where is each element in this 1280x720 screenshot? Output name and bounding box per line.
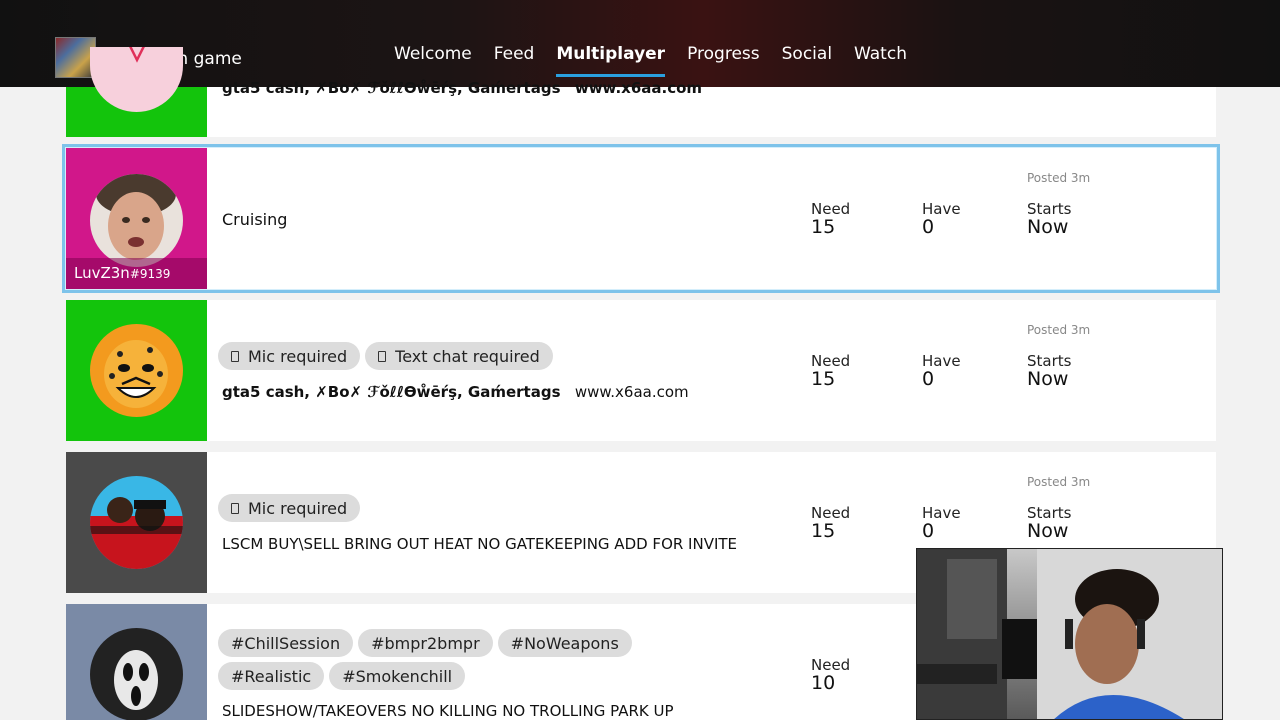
heart-icon: [129, 47, 145, 63]
tag-chip: #bmpr2bmpr: [358, 629, 493, 657]
tab-welcome[interactable]: Welcome: [394, 44, 472, 77]
nav-tabs: Welcome Feed Multiplayer Progress Social…: [394, 44, 929, 77]
have-stat: Have 0: [922, 352, 961, 390]
chat-icon: [378, 350, 387, 362]
tab-social[interactable]: Social: [782, 44, 832, 77]
starts-stat: Starts Now: [1027, 200, 1072, 238]
avatar-tile: [66, 300, 207, 441]
avatar-tile: [66, 452, 207, 593]
mic-icon: [231, 502, 239, 514]
post-description: gta5 cash, ✗Bᴏ✗ ℱǒℓℓƟẘēŕş, Ǥaḿertags www…: [222, 383, 689, 401]
posted-time: Posted 3m: [1027, 475, 1091, 489]
avatar: [90, 324, 183, 417]
tag-chip: Mic required: [218, 342, 361, 370]
need-stat: Need 15: [811, 200, 851, 238]
tag-chip: #Realistic: [218, 662, 325, 690]
webcam-overlay: [916, 548, 1223, 720]
avatar-tile: [66, 47, 207, 137]
need-stat: Need 15: [811, 504, 851, 542]
mic-icon: [231, 350, 239, 362]
group-photo-icon: [90, 497, 183, 569]
lfg-post-card[interactable]: Mic required Text chat required gta5 cas…: [66, 300, 1216, 441]
post-description: LSCM BUY\SELL BRING OUT HEAT NO GATEKEEP…: [222, 535, 738, 553]
tag-chip: #Smokenchill: [329, 662, 466, 690]
tag-chip: Mic required: [218, 494, 361, 522]
tag-chip: #ChillSession: [218, 629, 354, 657]
avatar: [90, 628, 183, 720]
tab-multiplayer[interactable]: Multiplayer: [556, 44, 665, 77]
person-photo-icon: [96, 174, 176, 260]
starts-stat: Starts Now: [1027, 504, 1072, 542]
need-stat: Need 15: [811, 352, 851, 390]
webcam-person-image: [917, 549, 1222, 719]
starts-stat: Starts Now: [1027, 352, 1072, 390]
tab-feed[interactable]: Feed: [494, 44, 535, 77]
top-bar: Switch game Welcome Feed Multiplayer Pro…: [0, 0, 1280, 87]
posted-time: Posted 3m: [1027, 171, 1091, 185]
avatar-tile: LuvZ3n#9139: [66, 148, 207, 289]
avatar-tile: [66, 604, 207, 720]
ghostface-icon: [114, 650, 158, 710]
gamertag-label: LuvZ3n#9139: [66, 258, 207, 289]
tab-watch[interactable]: Watch: [854, 44, 907, 77]
post-description: gta5 cash, ✗Bᴏ✗ ℱǒℓℓƟẘēŕş, Ǥaḿertags www…: [222, 79, 703, 97]
avatar: [90, 174, 183, 267]
post-description: SLIDESHOW/TAKEOVERS NO KILLING NO TROLLI…: [222, 702, 674, 720]
need-stat: Need 10: [811, 656, 851, 694]
lfg-post-card-selected[interactable]: LuvZ3n#9139 Cruising Need 15 Have 0 Posted…: [62, 144, 1220, 293]
cheetah-icon: [104, 340, 168, 408]
have-stat: Have 0: [922, 200, 961, 238]
tag-list: Mic required: [218, 494, 738, 527]
avatar: [90, 47, 183, 112]
lfg-post-card[interactable]: gta5 cash, ✗Bᴏ✗ ℱǒℓℓƟẘēŕş, Ǥaḿertags www…: [66, 47, 1216, 137]
tag-list: Mic required Text chat required: [218, 342, 738, 375]
post-description: Cruising: [222, 210, 288, 229]
posted-time: Posted 3m: [1027, 323, 1091, 337]
tag-chip: Text chat required: [365, 342, 553, 370]
tag-list: #ChillSession #bmpr2bmpr #NoWeapons #Rea…: [218, 629, 738, 695]
tag-chip: #NoWeapons: [497, 629, 632, 657]
avatar: [90, 476, 183, 569]
tab-progress[interactable]: Progress: [687, 44, 760, 77]
have-stat: Have 0: [922, 504, 961, 542]
